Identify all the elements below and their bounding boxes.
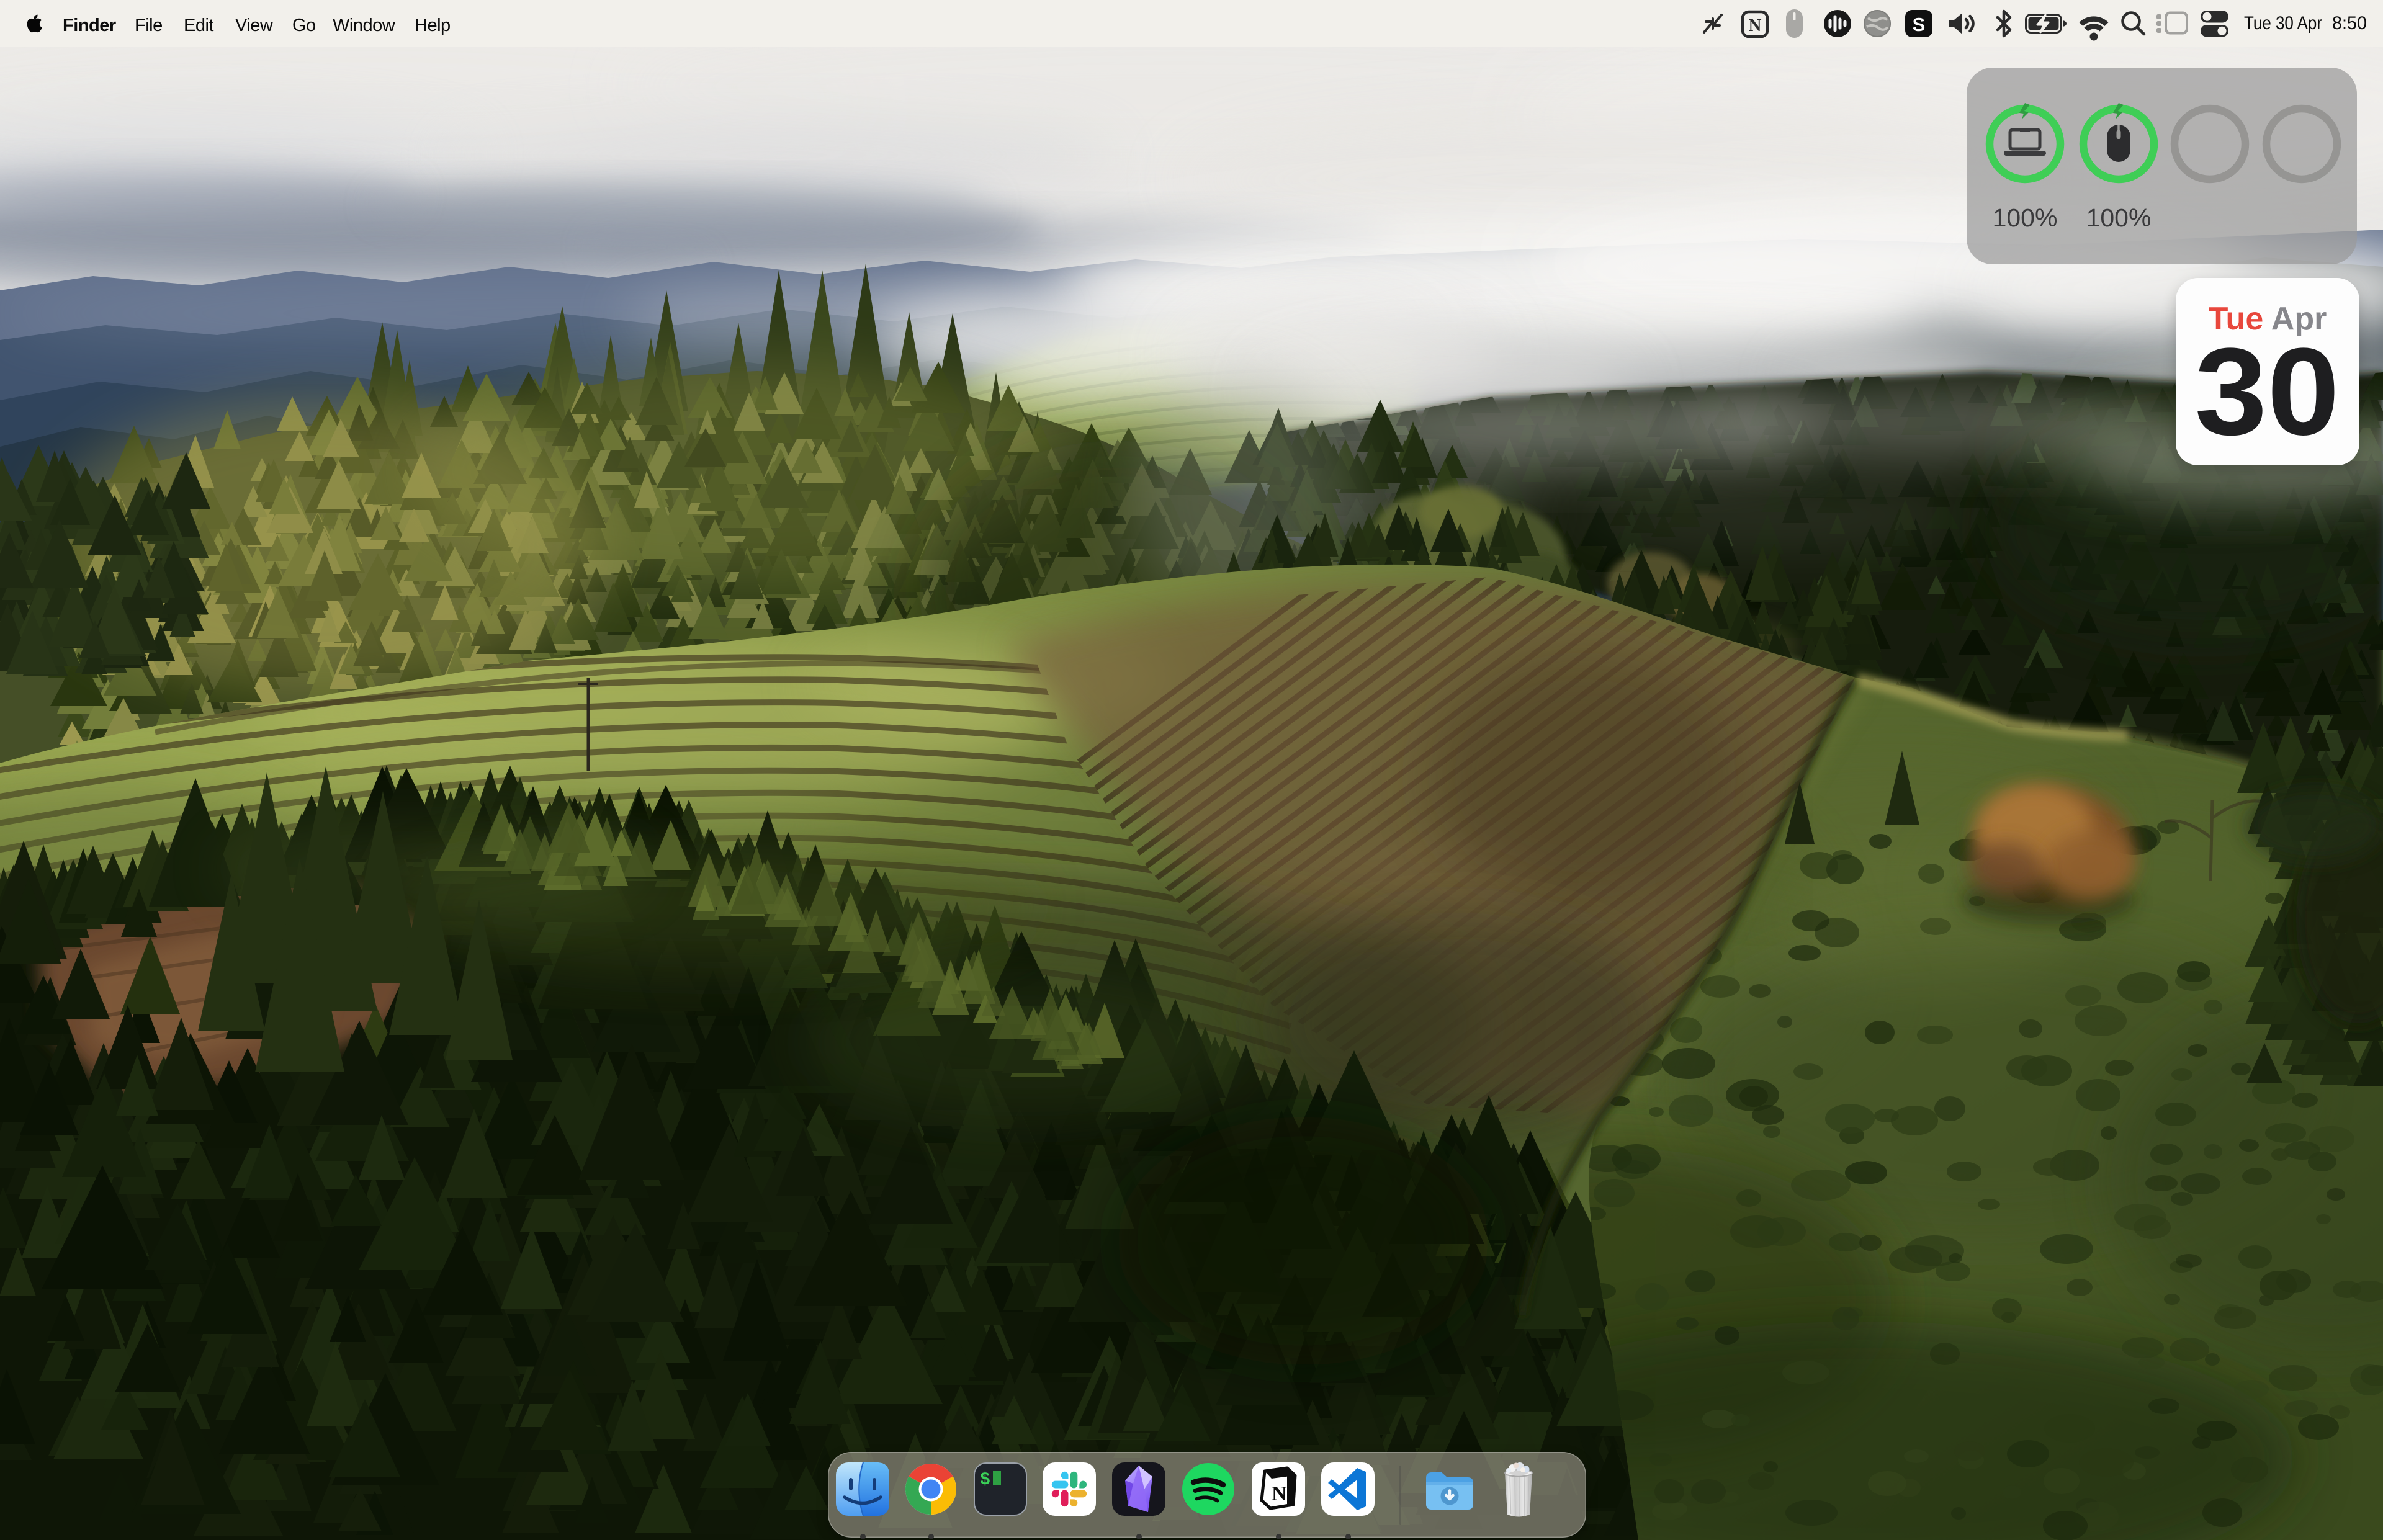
- svg-text:$: $: [980, 1471, 990, 1490]
- svg-text:Tue 30 Apr: Tue 30 Apr: [2244, 13, 2322, 34]
- svg-text:N: N: [1272, 1482, 1287, 1505]
- svg-text:100%: 100%: [1993, 204, 2058, 232]
- svg-text:8:50: 8:50: [2332, 13, 2367, 34]
- svg-text:S: S: [1913, 14, 1926, 35]
- svg-text:100%: 100%: [2086, 204, 2152, 232]
- svg-text:N: N: [1749, 16, 1762, 35]
